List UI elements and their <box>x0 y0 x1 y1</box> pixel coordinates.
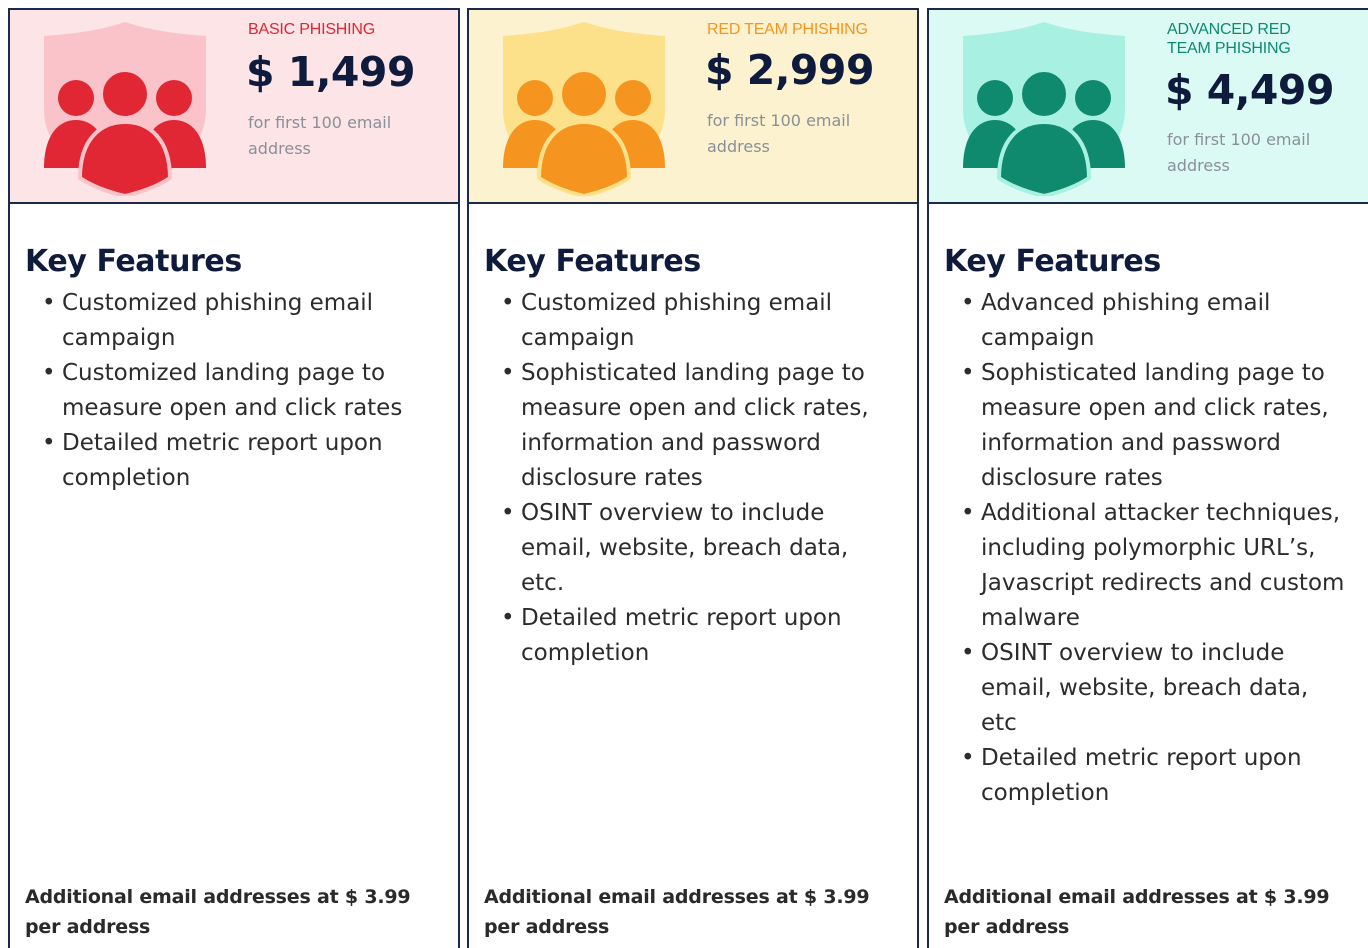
plan-price-note: for first 100 email address <box>248 113 392 158</box>
feature-item: Detailed metric report upon completion <box>28 426 432 496</box>
features-title: Key Features <box>484 244 701 279</box>
feature-item: Detailed metric report upon completion <box>487 601 881 671</box>
additional-email-pricing: Additional email addresses at $ 3.99 per… <box>484 886 870 938</box>
feature-item: Customized phishing email campaign <box>487 286 861 356</box>
feature-item: Customized landing page to measure open … <box>28 356 422 426</box>
plan-header: RED TEAM PHISHING $ 2,999 for first 100 … <box>469 10 917 204</box>
feature-item: Detailed metric report upon completion <box>947 741 1341 811</box>
plan-tier-name: RED TEAM PHISHING <box>707 21 868 38</box>
plan-tier-name: BASIC PHISHING <box>248 21 376 38</box>
plan-card-red-team: RED TEAM PHISHING $ 2,999 for first 100 … <box>467 8 919 948</box>
plan-card-advanced: ADVANCED RED TEAM PHISHING $ 4,499 for f… <box>927 8 1368 948</box>
shield-people-icon <box>963 22 1125 196</box>
features-list: Customized phishing email campaign Custo… <box>28 286 458 496</box>
features-title: Key Features <box>25 244 242 279</box>
feature-item: OSINT overview to include email, website… <box>947 636 1321 741</box>
plan-price-note: for first 100 email address <box>707 111 851 156</box>
additional-email-pricing: Additional email addresses at $ 3.99 per… <box>25 886 411 938</box>
shield-people-icon <box>44 22 206 196</box>
plan-price: $ 4,499 <box>1165 66 1335 114</box>
plan-header: ADVANCED RED TEAM PHISHING $ 4,499 for f… <box>929 10 1368 204</box>
features-list: Customized phishing email campaign Sophi… <box>487 286 917 671</box>
feature-item: Additional attacker techniques, includin… <box>947 496 1368 636</box>
feature-item: OSINT overview to include email, website… <box>487 496 861 601</box>
plan-price-note: for first 100 email address <box>1167 130 1311 175</box>
features-title: Key Features <box>944 244 1161 279</box>
feature-item: Sophisticated landing page to measure op… <box>947 356 1351 496</box>
plan-card-basic: BASIC PHISHING $ 1,499 for first 100 ema… <box>8 8 460 948</box>
shield-people-icon <box>503 22 665 196</box>
feature-item: Advanced phishing email campaign <box>947 286 1321 356</box>
feature-item: Customized phishing email campaign <box>28 286 458 356</box>
plan-price: $ 2,999 <box>705 46 875 94</box>
plan-header: BASIC PHISHING $ 1,499 for first 100 ema… <box>10 10 458 204</box>
feature-item: Sophisticated landing page to measure op… <box>487 356 891 496</box>
plan-tier-name: ADVANCED RED TEAM PHISHING <box>1167 21 1291 57</box>
features-list: Advanced phishing email campaign Sophist… <box>947 286 1367 811</box>
plan-price: $ 1,499 <box>246 48 416 96</box>
additional-email-pricing: Additional email addresses at $ 3.99 per… <box>944 886 1330 938</box>
